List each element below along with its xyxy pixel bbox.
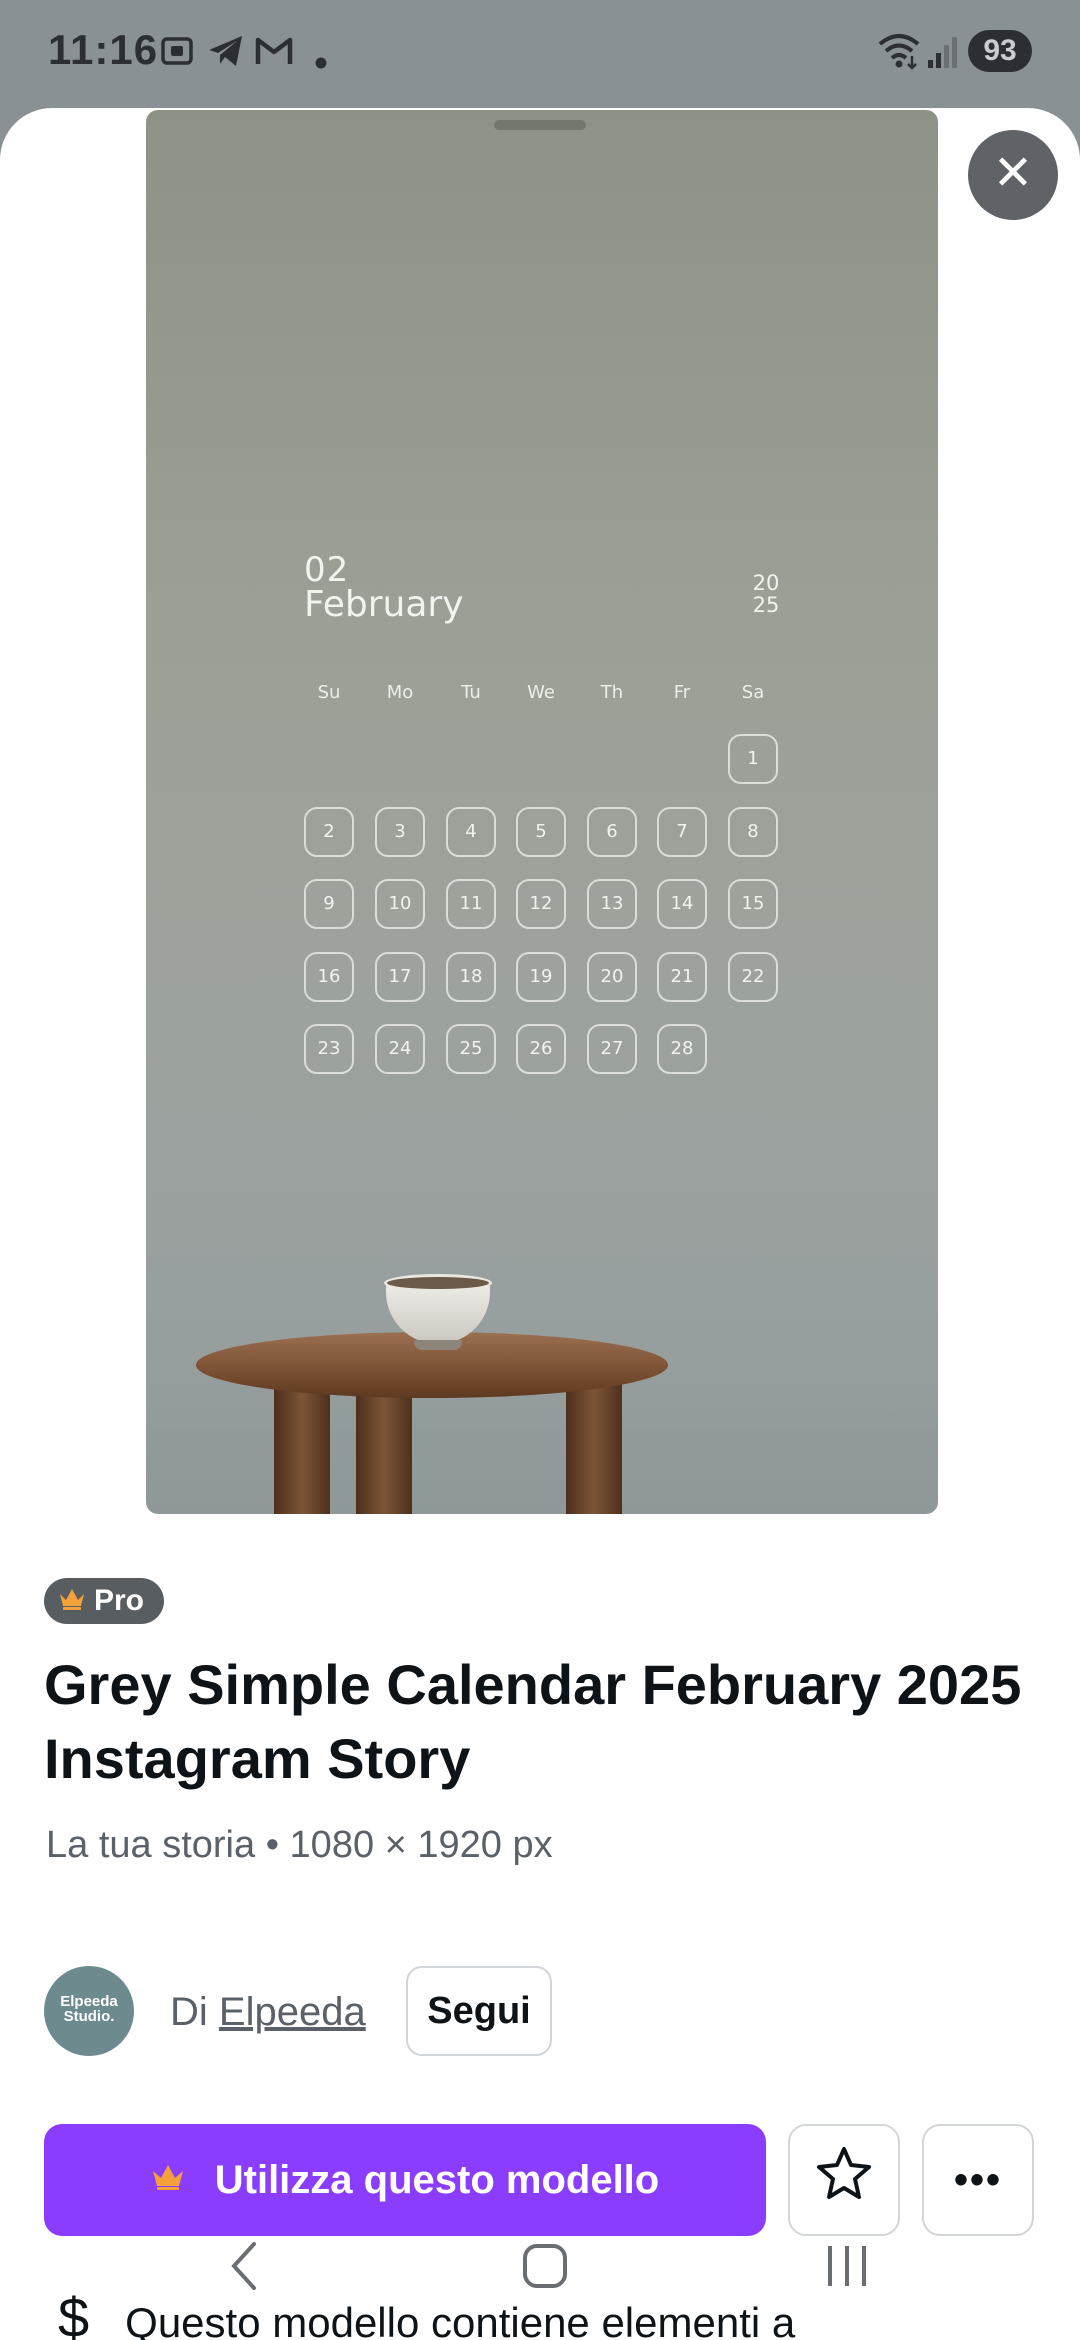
calendar-year-bottom: 25	[752, 593, 780, 617]
pro-badge: Pro	[44, 1578, 165, 1624]
status-bar: 11:16 93	[0, 0, 1080, 104]
close-button[interactable]: ✕	[968, 130, 1058, 220]
table-leg	[566, 1380, 622, 1514]
calendar-day: 13	[587, 879, 637, 929]
calendar-weekday: We	[527, 682, 555, 703]
calendar-weekday: Mo	[386, 682, 414, 703]
favorite-button[interactable]	[788, 2124, 900, 2236]
status-time: 11:16	[48, 26, 159, 73]
calendar-day: 2	[304, 807, 354, 857]
template-sheet: 02 February 20 25 Su Mo Tu We Th Fr Sa 1 2 3 4 5 6 7 8…	[0, 108, 1080, 2340]
calendar-weekday: Fr	[673, 682, 691, 703]
calendar-weekday: Sa	[741, 682, 765, 703]
calendar-month: February	[304, 584, 464, 625]
calendar-day: 16	[304, 952, 354, 1002]
home-nav-icon[interactable]	[520, 2240, 570, 2310]
star-icon	[815, 2145, 873, 2215]
calendar-weekday: Su	[317, 682, 341, 703]
calendar-day: 19	[516, 952, 566, 1002]
more-icon: •••	[953, 2157, 1002, 2202]
use-template-button[interactable]: Utilizza questo modello	[44, 2124, 766, 2236]
calendar-day: 14	[657, 879, 707, 929]
calendar-day: 1	[728, 734, 778, 784]
calendar-day: 9	[304, 879, 354, 929]
calendar-day: 4	[446, 807, 496, 857]
calendar-day: 17	[375, 952, 425, 1002]
close-icon: ✕	[992, 147, 1034, 200]
template-subtitle: La tua storia • 1080 × 1920 px	[46, 1824, 553, 1866]
template-title: Grey Simple Calendar February 2025 Insta…	[44, 1653, 1022, 1790]
calendar-day: 28	[657, 1024, 707, 1074]
calendar-year: 20 25	[746, 572, 786, 616]
calendar-day: 18	[446, 952, 496, 1002]
calendar-day: 10	[375, 879, 425, 929]
calendar-day: 12	[516, 879, 566, 929]
calendar-day: 7	[657, 807, 707, 857]
crown-icon	[151, 2161, 185, 2200]
telegram-icon	[206, 32, 246, 78]
calendar-day: 27	[587, 1024, 637, 1074]
calendar-day: 3	[375, 807, 425, 857]
table-leg	[356, 1388, 412, 1514]
calendar-day: 5	[516, 807, 566, 857]
calendar-day: 26	[516, 1024, 566, 1074]
by-label: Di	[170, 1990, 208, 2034]
calendar-day: 23	[304, 1024, 354, 1074]
use-template-label: Utilizza questo modello	[214, 2157, 660, 2202]
pro-badge-label: Pro	[94, 1584, 145, 1617]
calendar-year-top: 20	[752, 571, 780, 595]
crown-icon	[58, 1578, 86, 1624]
dot-icon	[314, 38, 328, 78]
calendar-day: 15	[728, 879, 778, 929]
calendar-day: 8	[728, 807, 778, 857]
wifi-icon	[876, 30, 922, 75]
author-byline: Di Elpeeda	[170, 1990, 366, 2035]
calendar-day: 25	[446, 1024, 496, 1074]
calendar-weekday: Th	[600, 682, 624, 703]
battery-indicator: 93	[968, 30, 1032, 72]
screenshot-icon	[158, 32, 196, 78]
system-nav-bar	[0, 2236, 1080, 2310]
calendar-day: 24	[375, 1024, 425, 1074]
calendar-day: 22	[728, 952, 778, 1002]
author-link[interactable]: Elpeeda	[219, 1990, 366, 2034]
table-leg	[274, 1380, 330, 1514]
calendar-weekday: Tu	[461, 682, 481, 703]
calendar-day: 21	[657, 952, 707, 1002]
author-avatar-text: Elpeeda Studio.	[60, 1993, 118, 2025]
recents-nav-icon[interactable]	[822, 2238, 872, 2312]
more-options-button[interactable]: •••	[922, 2124, 1034, 2236]
drag-handle[interactable]	[494, 120, 586, 130]
signal-icon	[926, 34, 960, 75]
cup-base	[414, 1340, 462, 1350]
calendar-day: 11	[446, 879, 496, 929]
calendar-day: 20	[587, 952, 637, 1002]
calendar-day: 6	[587, 807, 637, 857]
back-nav-icon[interactable]	[226, 2236, 262, 2314]
template-preview[interactable]: 02 February 20 25 Su Mo Tu We Th Fr Sa 1 2 3 4 5 6 7 8…	[146, 110, 938, 1514]
gmail-icon	[254, 32, 294, 76]
author-avatar[interactable]: Elpeeda Studio.	[44, 1966, 134, 2056]
cup-rim	[384, 1274, 492, 1292]
follow-button[interactable]: Segui	[406, 1966, 552, 2056]
